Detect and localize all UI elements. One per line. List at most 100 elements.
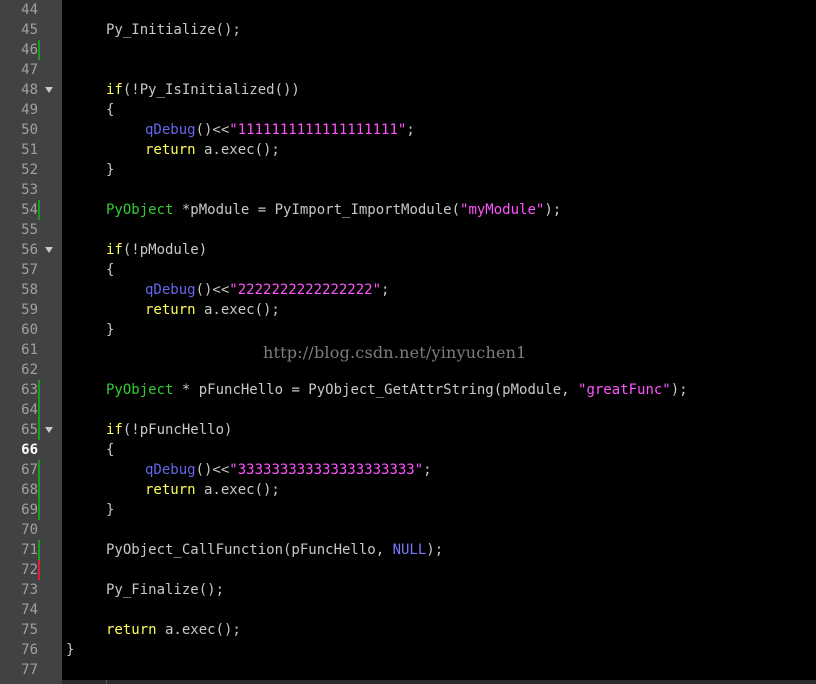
- gutter-row: 48: [0, 80, 62, 100]
- code-text: PyObject * pFuncHello = PyObject_GetAttr…: [106, 380, 688, 400]
- code-area[interactable]: Py_Initialize(); if(!Py_IsInitialized()){…: [62, 0, 816, 684]
- modified-line-marker: [38, 540, 40, 560]
- code-token: "greatFunc": [578, 382, 671, 398]
- code-text: {: [106, 440, 114, 460]
- code-line[interactable]: {: [62, 100, 816, 120]
- line-number: 71: [21, 542, 38, 558]
- line-number: 73: [21, 582, 38, 598]
- code-text: Py_Initialize();: [106, 20, 241, 40]
- code-line[interactable]: {: [62, 440, 816, 460]
- code-token: if: [106, 242, 123, 258]
- code-line[interactable]: return a.exec();: [62, 300, 816, 320]
- code-text: return a.exec();: [145, 140, 280, 160]
- code-line[interactable]: }: [62, 160, 816, 180]
- code-token: );: [426, 542, 444, 558]
- code-line[interactable]: Py_Initialize();: [62, 20, 816, 40]
- gutter-row: 62: [0, 360, 62, 380]
- code-line[interactable]: [62, 0, 816, 20]
- code-line[interactable]: }: [62, 640, 816, 660]
- line-number: 51: [21, 142, 38, 158]
- code-line[interactable]: {: [62, 260, 816, 280]
- code-line[interactable]: qDebug()<<"2222222222222222";: [62, 280, 816, 300]
- line-number: 62: [21, 362, 38, 378]
- code-token: (!pFuncHello): [122, 422, 233, 438]
- code-line[interactable]: if(!Py_IsInitialized()): [62, 80, 816, 100]
- code-line[interactable]: [62, 360, 816, 380]
- error-marker: [38, 560, 40, 580]
- code-token: * pFuncHello = PyObject_GetAttrString(pM…: [173, 382, 579, 398]
- code-text: return a.exec();: [145, 480, 280, 500]
- modified-line-marker: [38, 420, 40, 440]
- line-number: 50: [21, 122, 38, 138]
- code-text: {: [106, 260, 114, 280]
- code-line[interactable]: qDebug()<<"1111111111111111111";: [62, 120, 816, 140]
- modified-line-marker: [38, 480, 40, 500]
- line-number: 47: [21, 62, 38, 78]
- line-number: 63: [21, 382, 38, 398]
- gutter-row: 45: [0, 20, 62, 40]
- code-token: ()<<: [195, 282, 230, 298]
- code-line[interactable]: if(!pModule): [62, 240, 816, 260]
- modified-line-marker: [38, 40, 40, 60]
- code-line[interactable]: [62, 40, 816, 60]
- modified-line-marker: [38, 400, 40, 420]
- fold-arrow-icon[interactable]: [45, 87, 53, 93]
- code-line[interactable]: [62, 520, 816, 540]
- gutter-row: 54: [0, 200, 62, 220]
- line-number: 72: [21, 562, 38, 578]
- code-line[interactable]: Py_Finalize();: [62, 580, 816, 600]
- code-token: return: [106, 622, 157, 638]
- code-text: qDebug()<<"1111111111111111111";: [145, 120, 415, 140]
- code-line[interactable]: }: [62, 500, 816, 520]
- code-line[interactable]: if(!pFuncHello): [62, 420, 816, 440]
- code-token: "myModule": [460, 202, 545, 218]
- gutter-row: 75: [0, 620, 62, 640]
- code-line[interactable]: PyObject * pFuncHello = PyObject_GetAttr…: [62, 380, 816, 400]
- code-text: }: [106, 160, 114, 180]
- code-token: "1111111111111111111": [229, 122, 407, 138]
- code-line[interactable]: [62, 400, 816, 420]
- code-token: ;: [381, 282, 390, 298]
- code-token: a.exec();: [195, 302, 280, 318]
- gutter-row: 63: [0, 380, 62, 400]
- code-line[interactable]: }: [62, 320, 816, 340]
- code-text: {: [106, 100, 114, 120]
- line-number: 64: [21, 402, 38, 418]
- gutter-row: 59: [0, 300, 62, 320]
- code-line[interactable]: [62, 60, 816, 80]
- line-number: 77: [21, 662, 38, 678]
- line-number: 67: [21, 462, 38, 478]
- horizontal-scrollbar[interactable]: [62, 680, 816, 684]
- fold-arrow-icon[interactable]: [45, 247, 53, 253]
- fold-arrow-icon[interactable]: [45, 427, 53, 433]
- gutter-row: 72: [0, 560, 62, 580]
- code-text: PyObject_CallFunction(pFuncHello, NULL);: [106, 540, 443, 560]
- code-token: NULL: [392, 542, 427, 558]
- code-line[interactable]: [62, 220, 816, 240]
- code-line[interactable]: return a.exec();: [62, 480, 816, 500]
- code-line[interactable]: return a.exec();: [62, 140, 816, 160]
- code-text: }: [106, 500, 114, 520]
- code-line[interactable]: [62, 180, 816, 200]
- line-number-gutter[interactable]: 44 45 46 47 48 49 50 51 52 53 54 55 56 57 58 59 60 61 62 63…: [0, 0, 62, 684]
- line-number: 54: [21, 202, 38, 218]
- code-token: }: [106, 322, 115, 338]
- code-token: "333333333333333333333": [229, 462, 424, 478]
- code-line[interactable]: PyObject_CallFunction(pFuncHello, NULL);: [62, 540, 816, 560]
- code-editor[interactable]: 44 45 46 47 48 49 50 51 52 53 54 55 56 57 58 59 60 61 62 63…: [0, 0, 816, 684]
- code-token: a.exec();: [156, 622, 241, 638]
- code-line[interactable]: return a.exec();: [62, 620, 816, 640]
- code-token: }: [106, 162, 115, 178]
- code-line[interactable]: qDebug()<<"333333333333333333333";: [62, 460, 816, 480]
- modified-line-marker: [38, 200, 40, 220]
- code-token: if: [106, 422, 123, 438]
- modified-line-marker: [38, 500, 40, 520]
- code-line[interactable]: [62, 600, 816, 620]
- code-line[interactable]: PyObject *pModule = PyImport_ImportModul…: [62, 200, 816, 220]
- code-line[interactable]: [62, 660, 816, 680]
- code-text: qDebug()<<"333333333333333333333";: [145, 460, 432, 480]
- gutter-row: 68: [0, 480, 62, 500]
- gutter-row: 69: [0, 500, 62, 520]
- code-line[interactable]: [62, 560, 816, 580]
- gutter-row: 52: [0, 160, 62, 180]
